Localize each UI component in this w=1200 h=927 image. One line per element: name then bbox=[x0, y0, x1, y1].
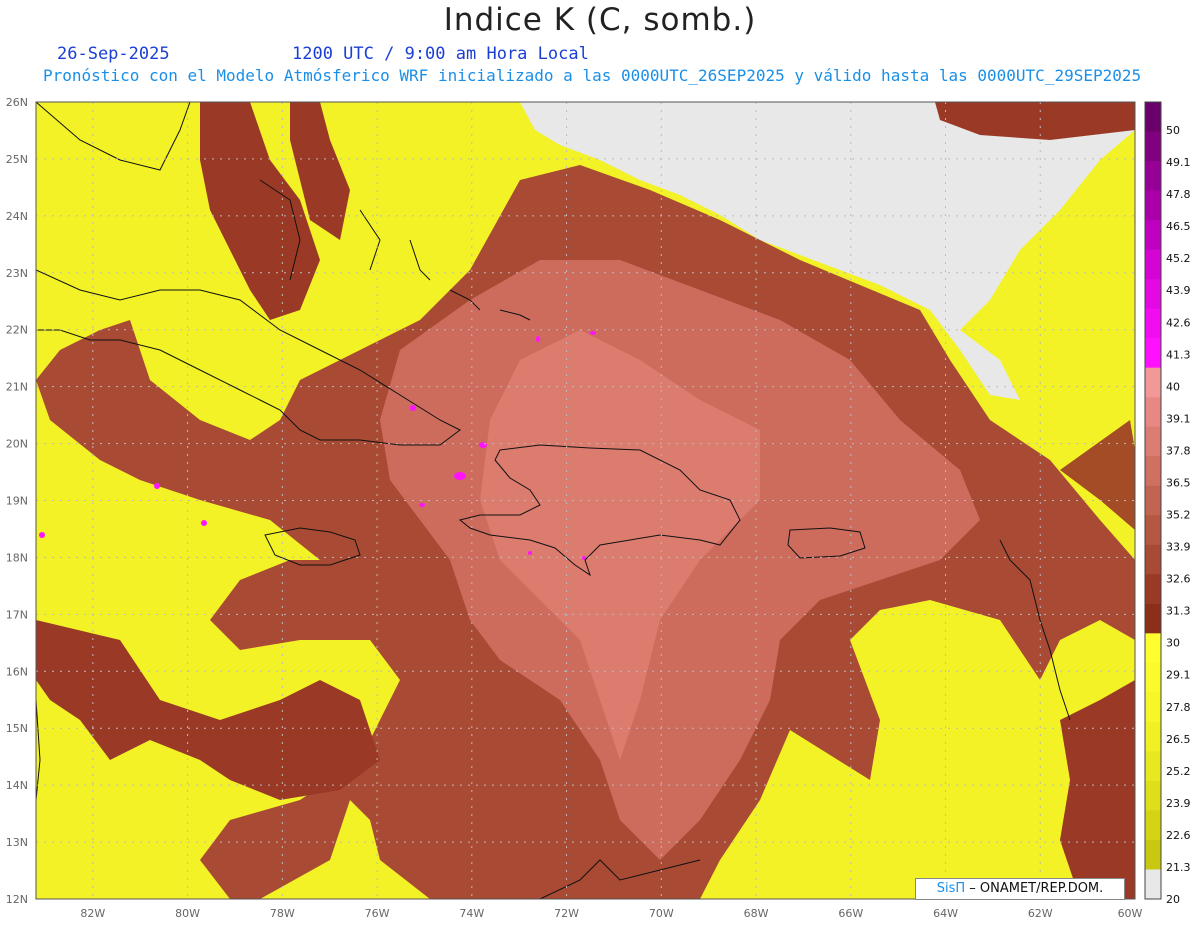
longitude-label: 76W bbox=[365, 907, 390, 920]
colorbar-segment bbox=[1145, 721, 1161, 752]
latitude-label: 14N bbox=[6, 779, 28, 792]
latitude-label: 19N bbox=[6, 495, 28, 508]
colorbar-segment bbox=[1145, 249, 1161, 280]
colorbar-segment bbox=[1145, 515, 1161, 546]
latitude-label: 17N bbox=[6, 608, 28, 621]
colorbar-label: 32.6 bbox=[1166, 573, 1191, 586]
colorbar-segment bbox=[1145, 456, 1161, 487]
latitude-label: 21N bbox=[6, 381, 28, 394]
colorbar-segment bbox=[1145, 839, 1161, 870]
colorbar-label: 43.9 bbox=[1166, 284, 1191, 297]
colorbar-segment bbox=[1145, 338, 1161, 369]
colorbar-segment bbox=[1145, 367, 1161, 398]
credit-box: SisΠ – ONAMET/REP.DOM. bbox=[915, 878, 1125, 900]
colorbar-segment bbox=[1145, 279, 1161, 310]
colorbar-label: 30 bbox=[1166, 637, 1180, 650]
longitude-label: 78W bbox=[270, 907, 295, 920]
longitude-label: 72W bbox=[554, 907, 579, 920]
latitude-label: 15N bbox=[6, 722, 28, 735]
colorbar-label: 25.2 bbox=[1166, 765, 1191, 778]
latitude-label: 26N bbox=[6, 96, 28, 109]
map-figure: 26N 25N 24N 23N 22N 21N 20N 19N 18N 17N 16N 15N 14N 1… bbox=[6, 96, 1191, 920]
colorbar-label: 21.3 bbox=[1166, 861, 1191, 874]
colorbar-segment bbox=[1145, 780, 1161, 811]
latitude-label: 18N bbox=[6, 551, 28, 564]
latitude-label: 24N bbox=[6, 210, 28, 223]
colorbar-label: 27.8 bbox=[1166, 701, 1191, 714]
colorbar-segment bbox=[1145, 662, 1161, 693]
latitude-label: 12N bbox=[6, 893, 28, 906]
colorbar-label: 31.3 bbox=[1166, 605, 1191, 618]
colorbar-label: 41.3 bbox=[1166, 348, 1191, 361]
longitude-labels: 82W 80W 78W 76W 74W 72W 70W 68W 66W 64W 62W 60W bbox=[80, 907, 1142, 920]
colorbar-label: 22.6 bbox=[1166, 829, 1191, 842]
longitude-label: 74W bbox=[459, 907, 484, 920]
colorbar-label: 49.1 bbox=[1166, 156, 1191, 169]
colorbar-segment bbox=[1145, 190, 1161, 221]
latitude-label: 13N bbox=[6, 836, 28, 849]
colorbar-segment bbox=[1145, 397, 1161, 428]
colorbar-label: 20 bbox=[1166, 893, 1180, 906]
colorbar-label: 26.5 bbox=[1166, 733, 1191, 746]
latitude-label: 20N bbox=[6, 438, 28, 451]
longitude-label: 82W bbox=[80, 907, 105, 920]
colorbar-segment bbox=[1145, 426, 1161, 457]
latitude-label: 23N bbox=[6, 267, 28, 280]
colorbar-label: 45.2 bbox=[1166, 252, 1191, 265]
longitude-label: 62W bbox=[1028, 907, 1053, 920]
latitude-label: 25N bbox=[6, 153, 28, 166]
latitude-label: 16N bbox=[6, 665, 28, 678]
colorbar-segment bbox=[1145, 308, 1161, 339]
colorbar-label: 33.9 bbox=[1166, 541, 1191, 554]
colorbar-label: 36.5 bbox=[1166, 476, 1191, 489]
colorbar-segment bbox=[1145, 810, 1161, 841]
colorbar-segment bbox=[1145, 603, 1161, 634]
colorbar-segment bbox=[1145, 751, 1161, 782]
colorbar-segment bbox=[1145, 131, 1161, 162]
longitude-label: 66W bbox=[838, 907, 863, 920]
colorbar-segment bbox=[1145, 869, 1161, 900]
colorbar-label: 39.1 bbox=[1166, 412, 1191, 425]
colorbar: 50 49.1 47.8 46.5 45.2 43.9 42.6 41.3 40 39.1 37.8… bbox=[1144, 101, 1191, 906]
colorbar-segment bbox=[1145, 633, 1161, 664]
colorbar-segment bbox=[1145, 102, 1161, 133]
credit-brand: SisΠ bbox=[936, 881, 966, 896]
colorbar-label: 42.6 bbox=[1166, 316, 1191, 329]
longitude-label: 64W bbox=[933, 907, 958, 920]
colorbar-label: 29.1 bbox=[1166, 669, 1191, 682]
colorbar-segment bbox=[1145, 161, 1161, 192]
colorbar-label: 37.8 bbox=[1166, 444, 1191, 457]
colorbar-label: 47.8 bbox=[1166, 188, 1191, 201]
colorbar-segment bbox=[1145, 485, 1161, 516]
credit-text: – ONAMET/REP.DOM. bbox=[969, 881, 1104, 896]
colorbar-label: 35.2 bbox=[1166, 509, 1191, 522]
latitude-labels: 26N 25N 24N 23N 22N 21N 20N 19N 18N 17N 16N 15N 14N 1… bbox=[6, 96, 28, 906]
colorbar-label: 40 bbox=[1166, 380, 1180, 393]
colorbar-segment bbox=[1145, 692, 1161, 723]
longitude-label: 68W bbox=[744, 907, 769, 920]
colorbar-label: 46.5 bbox=[1166, 220, 1191, 233]
longitude-label: 60W bbox=[1118, 907, 1143, 920]
colorbar-segment bbox=[1145, 220, 1161, 251]
latitude-label: 22N bbox=[6, 324, 28, 337]
longitude-label: 70W bbox=[649, 907, 674, 920]
colorbar-label: 23.9 bbox=[1166, 797, 1191, 810]
colorbar-segment bbox=[1145, 544, 1161, 575]
longitude-label: 80W bbox=[175, 907, 200, 920]
colorbar-segment bbox=[1145, 574, 1161, 605]
colorbar-label: 50 bbox=[1166, 124, 1180, 137]
